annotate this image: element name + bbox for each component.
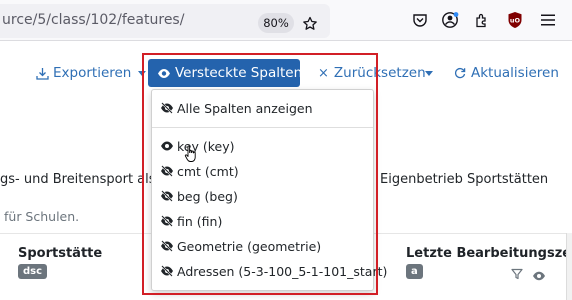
url-text[interactable]: urce/5/class/102/features/ [2,12,184,28]
highlight-frame [142,53,378,295]
refresh-icon [454,67,466,79]
extensions-icon[interactable] [471,9,493,31]
ublock-icon[interactable]: uO [504,9,526,31]
download-icon [36,67,49,80]
pocket-icon[interactable] [409,9,431,31]
zoom-indicator[interactable]: 80% [258,13,294,33]
address-bar[interactable]: urce/5/class/102/features/ 80% [0,4,330,38]
filter-icon[interactable] [511,265,523,284]
svg-text:uO: uO [510,17,521,25]
column-header-sportstaette[interactable]: Sportstätte [18,246,102,261]
export-label: Exportieren [53,65,132,81]
column-header-last-edit[interactable]: Letzte Bearbeitungszeit [406,246,572,261]
sort-badge[interactable]: dsc [18,264,48,279]
sort-badge[interactable]: a [406,264,423,279]
hand-cursor-icon [184,145,198,167]
refresh-button[interactable]: Aktualisieren [454,60,559,86]
bookmark-star-icon[interactable] [299,13,321,35]
browser-toolbar: urce/5/class/102/features/ 80% uO [0,0,572,41]
export-button[interactable]: Exportieren [36,60,147,86]
scrollbar[interactable] [566,233,572,300]
menu-icon[interactable] [537,9,559,31]
refresh-label: Aktualisieren [471,65,559,81]
note-text: für Schulen. [4,209,80,224]
description-text-right: Eigenbetrieb Sportstätten [380,172,549,187]
eye-icon[interactable] [532,266,546,285]
reset-dropdown-toggle[interactable] [418,60,433,86]
account-icon[interactable] [439,9,461,31]
chevron-down-icon [425,70,433,76]
